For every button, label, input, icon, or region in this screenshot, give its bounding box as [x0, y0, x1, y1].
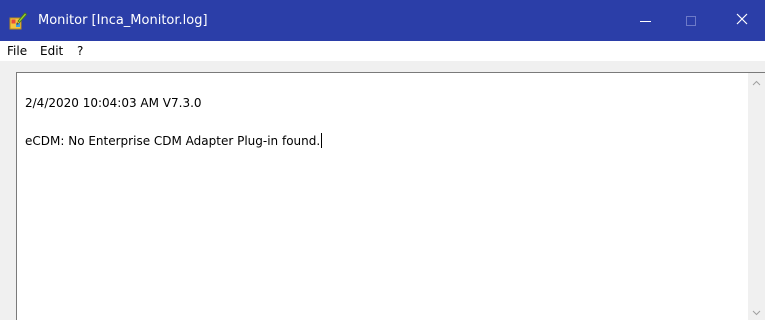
menu-edit[interactable]: Edit: [40, 44, 63, 58]
title-bar[interactable]: Monitor [Inca_Monitor.log]: [0, 0, 765, 41]
menu-bar: File Edit ?: [0, 41, 765, 61]
minimize-button[interactable]: [622, 0, 668, 41]
monitor-window: Monitor [Inca_Monitor.log] File Edit ? 2…: [0, 0, 765, 320]
log-line: 2/4/2020 10:04:03 AM V7.3.0: [25, 96, 202, 110]
minimize-icon: [639, 21, 651, 22]
log-line: eCDM: No Enterprise CDM Adapter Plug-in …: [25, 133, 323, 148]
maximize-button[interactable]: [668, 0, 714, 41]
vertical-scrollbar[interactable]: [748, 73, 765, 320]
paint-brush-icon[interactable]: [9, 12, 28, 30]
close-icon: [736, 13, 748, 28]
maximize-icon: [686, 15, 696, 26]
menu-file[interactable]: File: [7, 44, 27, 58]
scroll-down-button[interactable]: [748, 303, 765, 320]
window-title: Monitor [Inca_Monitor.log]: [38, 13, 208, 28]
log-line-text: 2/4/2020 10:04:03 AM V7.3.0: [25, 96, 202, 110]
log-line-text: eCDM: No Enterprise CDM Adapter Plug-in …: [25, 134, 321, 148]
log-text-area[interactable]: 2/4/2020 10:04:03 AM V7.3.0 eCDM: No Ent…: [16, 72, 765, 320]
close-button[interactable]: [719, 0, 765, 41]
scroll-up-button[interactable]: [748, 73, 765, 90]
menu-help[interactable]: ?: [77, 44, 83, 58]
text-caret: [321, 133, 323, 148]
chevron-down-icon: [752, 305, 761, 319]
chevron-up-icon: [752, 75, 761, 89]
